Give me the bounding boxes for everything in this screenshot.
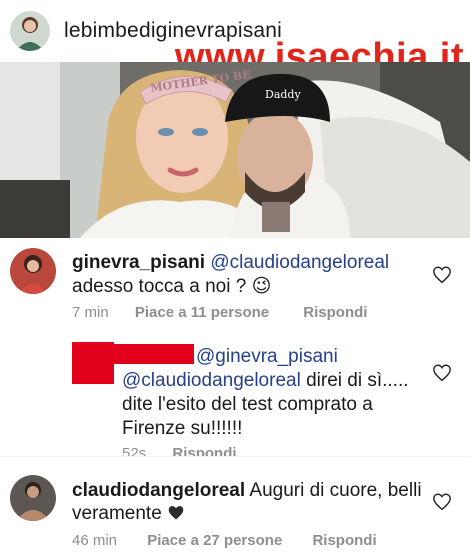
comment-time: 46 min [72, 532, 118, 549]
reply-button[interactable]: Rispondi [172, 445, 236, 456]
comment-text-line: @ginevra_pisani [196, 346, 338, 368]
comment-claudio: claudiodangeloreal Auguri di cuore, bell… [0, 457, 470, 560]
comment-meta: 46 min Piace a 27 persone Rispondi [72, 532, 377, 549]
cap-text: Daddy [265, 88, 301, 101]
comment-text: dite l'esito del test comprato a [122, 394, 373, 415]
comment-mention[interactable]: @claudiodangeloreal [210, 252, 389, 273]
redacted-avatar [72, 342, 114, 384]
comment-time: 52s [122, 445, 147, 456]
heart-outline-icon[interactable] [432, 266, 452, 284]
comment-text: Firenze su!!!!!! [122, 418, 243, 439]
comment-text-line: ginevra_pisani @claudiodangeloreal [72, 252, 389, 274]
winking-face-emoji-icon: 😉 [251, 276, 272, 297]
comment-username[interactable]: ginevra_pisani [72, 252, 205, 273]
comment-meta: 7 min Piace a 11 persone Rispondi [72, 304, 367, 321]
comment-text-line: veramente [72, 503, 185, 525]
reply-button[interactable]: Rispondi [312, 532, 376, 549]
heart-outline-icon[interactable] [432, 364, 452, 382]
comment-meta: 52s Rispondi [122, 445, 237, 456]
comment-avatar[interactable] [10, 475, 56, 521]
comment-text: Auguri di cuore, belli [249, 480, 422, 501]
redacted-username [114, 344, 194, 364]
comment-avatar[interactable] [10, 248, 56, 294]
post-photo: MOTHER TO BE Daddy [0, 62, 470, 238]
heart-outline-icon[interactable] [432, 493, 452, 511]
comment-mention[interactable]: @claudiodangeloreal [122, 370, 301, 391]
reply-button[interactable]: Rispondi [303, 304, 367, 321]
comment-text-line: adesso tocca a noi ? 😉 [72, 276, 271, 298]
comment-text: direi di sì..... [306, 370, 409, 391]
comment-likes[interactable]: Piace a 11 persone [135, 304, 269, 321]
comment-mention[interactable]: @ginevra_pisani [196, 346, 338, 367]
comment-time: 7 min [72, 304, 109, 321]
comment-ginevra: ginevra_pisani @claudiodangeloreal adess… [0, 238, 470, 330]
comment-likes[interactable]: Piace a 27 persone [147, 532, 282, 549]
comment-text-line: @claudiodangeloreal direi di sì..... [122, 370, 409, 392]
comment-text: adesso tocca a noi ? [72, 276, 247, 297]
comment-username[interactable]: claudiodangeloreal [72, 480, 245, 501]
black-heart-emoji-icon [168, 506, 184, 520]
profile-avatar[interactable] [10, 11, 50, 51]
comment-text-line: claudiodangeloreal Auguri di cuore, bell… [72, 480, 422, 502]
comment-text: veramente [72, 503, 162, 524]
comment-reply-redacted: @ginevra_pisani @claudiodangeloreal dire… [0, 330, 470, 456]
